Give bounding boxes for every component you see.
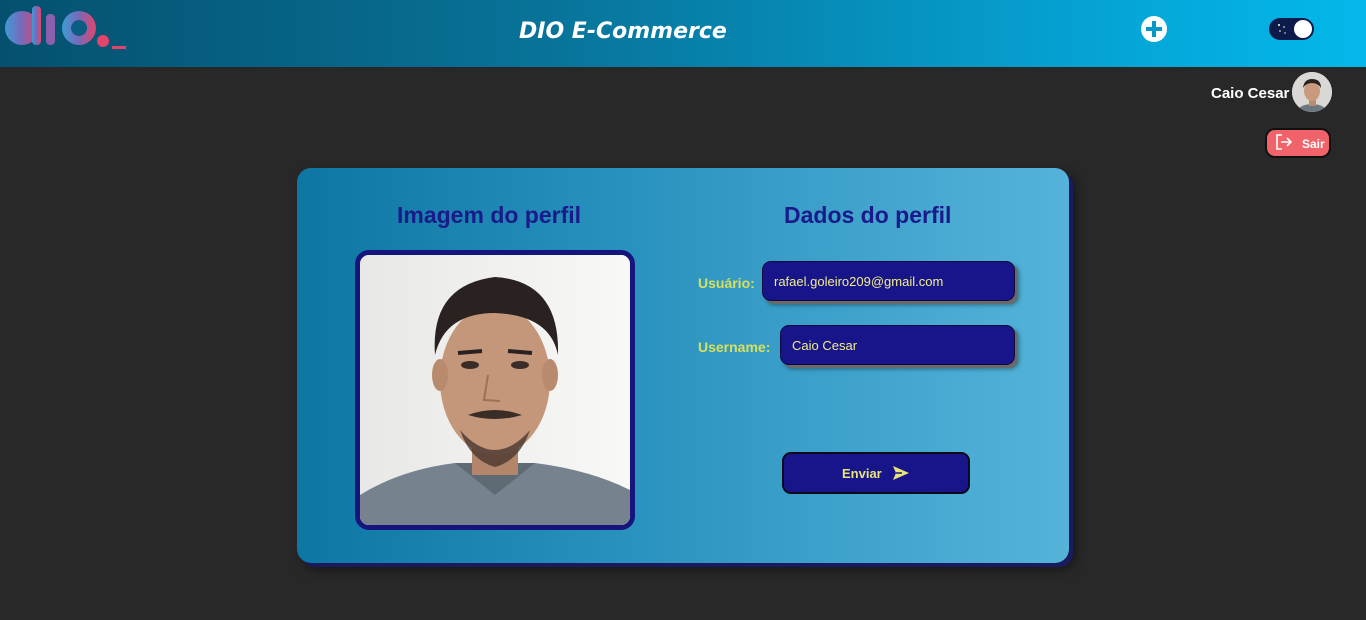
app-title: DIO E-Commerce [519, 19, 727, 44]
user-avatar[interactable] [1292, 72, 1332, 112]
theme-toggle[interactable] [1269, 18, 1314, 40]
toggle-knob [1294, 20, 1312, 38]
profile-image-heading: Imagem do perfil [397, 202, 582, 228]
user-label: Usuário: [698, 275, 755, 291]
sign-out-icon [1276, 134, 1293, 150]
user-email-field[interactable] [762, 261, 1015, 301]
plus-circle-icon [1146, 21, 1162, 37]
send-arrow-icon [893, 466, 909, 480]
top-header: DIO E-Commerce [0, 0, 1366, 67]
moon-stars-icon [1278, 24, 1286, 34]
username-field[interactable] [780, 325, 1015, 365]
dio-logo-icon[interactable] [4, 6, 126, 52]
submit-button[interactable]: Enviar [782, 452, 970, 494]
username-label: Username: [698, 339, 771, 355]
add-button[interactable] [1141, 16, 1167, 42]
profile-photo[interactable] [355, 250, 635, 530]
user-name: Caio Cesar [1211, 85, 1290, 102]
logout-label: Sair [1302, 137, 1325, 151]
profile-data-heading: Dados do perfil [784, 202, 952, 228]
logout-button[interactable]: Sair [1265, 128, 1331, 158]
submit-label: Enviar [842, 466, 882, 481]
